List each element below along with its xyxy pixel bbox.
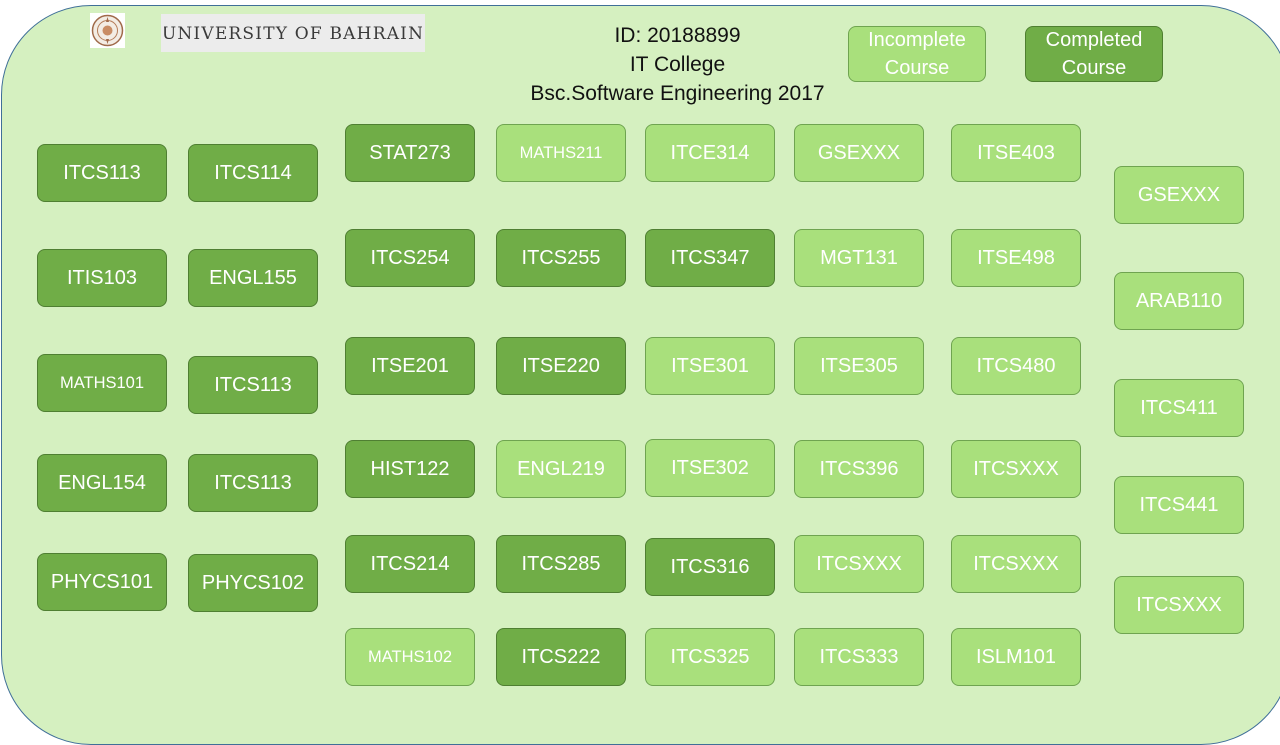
svg-text:UNIVERSITY OF BAHRAIN: UNIVERSITY OF BAHRAIN <box>164 24 422 44</box>
course-box-incomplete: ITSE302 <box>645 439 775 497</box>
course-box-incomplete: ITCS480 <box>951 337 1081 395</box>
course-box-completed: ENGL155 <box>188 249 318 307</box>
legend-completed-line2: Course <box>1061 57 1127 79</box>
course-box-incomplete: GSEXXX <box>794 124 924 182</box>
course-box-completed: ITCS113 <box>188 454 318 512</box>
course-box-completed: ITCS347 <box>645 229 775 287</box>
course-box-completed: PHYCS101 <box>37 553 167 611</box>
course-box-incomplete: ITCS333 <box>794 628 924 686</box>
course-box-completed: ITSE220 <box>496 337 626 395</box>
course-box-incomplete: ITCSXXX <box>951 440 1081 498</box>
university-seal-icon <box>90 13 125 48</box>
course-box-completed: HIST122 <box>345 440 475 498</box>
program-name: Bsc.Software Engineering 2017 <box>530 82 825 105</box>
legend-incomplete-line2: Course <box>884 57 950 79</box>
course-box-incomplete: MGT131 <box>794 229 924 287</box>
course-box-incomplete: ISLM101 <box>951 628 1081 686</box>
course-box-incomplete: GSEXXX <box>1114 166 1244 224</box>
course-box-completed: ITCS114 <box>188 144 318 202</box>
course-box-incomplete: ITCS325 <box>645 628 775 686</box>
course-box-incomplete: MATHS102 <box>345 628 475 686</box>
legend-incomplete-course: Incomplete Course <box>848 26 986 82</box>
legend-incomplete-line1: Incomplete <box>868 29 966 51</box>
legend-completed-course: Completed Course <box>1025 26 1163 82</box>
course-box-completed: STAT273 <box>345 124 475 182</box>
course-box-incomplete: MATHS211 <box>496 124 626 182</box>
course-box-incomplete: ITCSXXX <box>951 535 1081 593</box>
course-box-incomplete: ITSE305 <box>794 337 924 395</box>
course-box-incomplete: ITCS411 <box>1114 379 1244 437</box>
course-box-completed: ENGL154 <box>37 454 167 512</box>
legend-completed-line1: Completed <box>1045 29 1143 51</box>
course-box-incomplete: ITCSXXX <box>1114 576 1244 634</box>
course-box-completed: ITCS285 <box>496 535 626 593</box>
course-box-completed: ITCS214 <box>345 535 475 593</box>
course-box-completed: PHYCS102 <box>188 554 318 612</box>
course-box-completed: MATHS101 <box>37 354 167 412</box>
course-box-completed: ITCS255 <box>496 229 626 287</box>
course-box-completed: ITCS254 <box>345 229 475 287</box>
course-box-completed: ITCS113 <box>188 356 318 414</box>
course-box-incomplete: ITCS396 <box>794 440 924 498</box>
course-box-incomplete: ITCS441 <box>1114 476 1244 534</box>
course-box-completed: ITCS113 <box>37 144 167 202</box>
course-box-incomplete: ARAB110 <box>1114 272 1244 330</box>
course-box-completed: ITIS103 <box>37 249 167 307</box>
course-box-incomplete: ITSE403 <box>951 124 1081 182</box>
course-box-incomplete: ITSE301 <box>645 337 775 395</box>
course-box-incomplete: ITCE314 <box>645 124 775 182</box>
university-logo-text: UNIVERSITY OF BAHRAIN <box>161 14 425 52</box>
course-box-completed: ITCS316 <box>645 538 775 596</box>
course-box-incomplete: ITSE498 <box>951 229 1081 287</box>
course-box-completed: ITSE201 <box>345 337 475 395</box>
course-box-incomplete: ENGL219 <box>496 440 626 498</box>
course-box-incomplete: ITCSXXX <box>794 535 924 593</box>
course-box-completed: ITCS222 <box>496 628 626 686</box>
